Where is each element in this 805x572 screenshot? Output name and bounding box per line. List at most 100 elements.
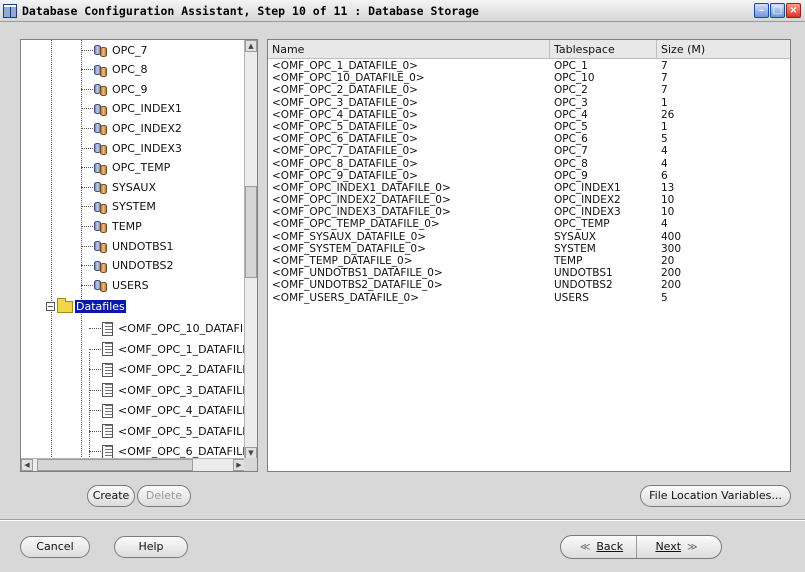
delete-button[interactable]: Delete [137,485,191,507]
cell-size: 4 [661,157,668,170]
column-header-size[interactable]: Size (M) [657,40,790,59]
table-row[interactable]: <OMF_OPC_INDEX3_DATAFILE_0> OPC_INDEX3 10 [268,206,790,218]
create-button[interactable]: Create [87,485,135,507]
tree-item-label: UNDOTBS2 [112,259,174,273]
tree-item-tablespace[interactable]: UNDOTBS1 [81,237,173,255]
tree-connector [81,167,93,169]
datafile-table[interactable]: Name Tablespace Size (M) <OMF_OPC_1_DATA… [267,39,791,472]
scroll-left-icon[interactable]: ◀ [21,459,33,471]
cell-tablespace: OPC_6 [554,133,588,146]
table-row[interactable]: <OMF_OPC_9_DATAFILE_0> OPC_9 6 [268,170,790,182]
table-row[interactable]: <OMF_OPC_7_DATAFILE_0> OPC_7 4 [268,145,790,157]
table-row[interactable]: <OMF_TEMP_DATAFILE_0> TEMP 20 [268,255,790,267]
cell-tablespace: OPC_TEMP [554,218,610,231]
cell-tablespace: TEMP [554,255,583,267]
tree-connector [81,147,93,149]
tree-item-tablespace[interactable]: SYSTEM [81,198,156,216]
tree-item-label: UNDOTBS1 [112,239,174,253]
table-row[interactable]: <OMF_OPC_10_DATAFILE_0> OPC_10 7 [268,72,790,84]
help-button[interactable]: Help [114,536,188,558]
cell-name: <OMF_OPC_1_DATAFILE_0> [272,60,418,72]
cell-tablespace: OPC_7 [554,145,588,158]
cell-tablespace: OPC_INDEX3 [554,206,621,219]
tree-item-label: <OMF_OPC_1_DATAFILE_0 [118,342,245,356]
cell-tablespace: OPC_5 [554,120,588,133]
collapse-icon[interactable]: − [46,302,55,312]
tree-item-datafile[interactable]: <OMF_OPC_3_DATAFILE_0 [89,381,245,399]
table-row[interactable]: <OMF_UNDOTBS1_DATAFILE_0> UNDOTBS1 200 [268,267,790,279]
tree-horizontal-scrollbar[interactable]: ◀ ▶ [21,458,245,471]
table-row[interactable]: <OMF_OPC_5_DATAFILE_0> OPC_5 1 [268,121,790,133]
cell-tablespace: SYSAUX [554,230,596,243]
tablespace-icon [94,200,110,214]
scroll-thumb[interactable] [37,459,193,471]
table-row[interactable]: <OMF_OPC_INDEX1_DATAFILE_0> OPC_INDEX1 13 [268,182,790,194]
tree-vertical-scrollbar[interactable]: ▲ ▼ [244,40,257,459]
tree-item-tablespace[interactable]: OPC_7 [81,41,147,59]
tree-item-datafile[interactable]: <OMF_OPC_2_DATAFILE_0 [89,361,245,379]
tree-item-datafile[interactable]: <OMF_OPC_5_DATAFILE_0 [89,422,245,440]
tree-item-label: OPC_INDEX3 [112,141,182,155]
cell-size: 200 [661,279,682,292]
minimize-icon[interactable]: – [754,3,769,18]
cancel-button[interactable]: Cancel [20,536,90,558]
table-row[interactable]: <OMF_OPC_2_DATAFILE_0> OPC_2 7 [268,84,790,96]
tree-item-datafiles-folder[interactable]: − Datafiles [46,297,126,316]
tree-item-tablespace[interactable]: OPC_TEMP [81,159,170,177]
table-row[interactable]: <OMF_OPC_6_DATAFILE_0> OPC_6 5 [268,133,790,145]
column-header-tablespace[interactable]: Tablespace [550,40,657,59]
window-controls: – □ × [754,3,801,18]
tree-item-tablespace[interactable]: OPC_INDEX3 [81,139,182,157]
tree-connector [81,127,93,129]
tree-item-tablespace[interactable]: USERS [81,276,149,294]
table-row[interactable]: <OMF_SYSTEM_DATAFILE_0> SYSTEM 300 [268,243,790,255]
tree-item-tablespace[interactable]: OPC_9 [81,80,147,98]
column-header-name[interactable]: Name [268,40,550,59]
table-row[interactable]: <OMF_UNDOTBS2_DATAFILE_0> UNDOTBS2 200 [268,279,790,291]
cell-tablespace: OPC_INDEX1 [554,181,621,194]
table-row[interactable]: <OMF_OPC_4_DATAFILE_0> OPC_4 26 [268,109,790,121]
close-icon[interactable]: × [786,3,801,18]
cell-size: 7 [661,60,668,72]
table-row[interactable]: <OMF_USERS_DATAFILE_0> USERS 5 [268,292,790,304]
tree-item-tablespace[interactable]: OPC_INDEX2 [81,119,182,137]
table-row[interactable]: <OMF_OPC_1_DATAFILE_0> OPC_1 7 [268,60,790,72]
maximize-icon[interactable]: □ [770,3,785,18]
tree-connector [89,328,101,330]
back-button[interactable]: ≪ Back [561,536,637,558]
file-location-variables-button[interactable]: File Location Variables... [640,485,791,507]
cell-name: <OMF_SYSTEM_DATAFILE_0> [272,242,426,255]
tree-item-datafile[interactable]: <OMF_OPC_10_DATAFILE_ [89,320,245,338]
cell-name: <OMF_USERS_DATAFILE_0> [272,291,420,304]
cell-name: <OMF_TEMP_DATAFILE_0> [272,255,413,267]
next-button[interactable]: Next ≫ [638,536,721,558]
cell-name: <OMF_OPC_9_DATAFILE_0> [272,169,418,182]
table-row[interactable]: <OMF_OPC_8_DATAFILE_0> OPC_8 4 [268,158,790,170]
tree-item-tablespace[interactable]: SYSAUX [81,178,156,196]
cell-size: 7 [661,72,668,85]
storage-tree[interactable]: OPC_7 OPC_8 OPC_9 OPC_INDEX1 OPC_INDEX2 OPC_I… [20,39,258,472]
cell-tablespace: OPC_3 [554,96,588,109]
cell-size: 10 [661,194,675,207]
cell-size: 4 [661,145,668,158]
table-row[interactable]: <OMF_OPC_TEMP_DATAFILE_0> OPC_TEMP 4 [268,218,790,230]
cell-name: <OMF_OPC_6_DATAFILE_0> [272,133,418,146]
scroll-up-icon[interactable]: ▲ [245,40,257,52]
tree-item-label: OPC_INDEX1 [112,102,182,116]
table-row[interactable]: <OMF_OPC_INDEX2_DATAFILE_0> OPC_INDEX2 10 [268,194,790,206]
scroll-thumb[interactable] [245,186,257,278]
tablespace-icon [94,180,110,195]
tree-item-datafile[interactable]: <OMF_OPC_6_DATAFILE_0 [89,443,245,459]
cell-tablespace: SYSTEM [554,242,596,255]
title-bar[interactable]: Database Configuration Assistant, Step 1… [0,0,805,22]
table-row[interactable]: <OMF_OPC_3_DATAFILE_0> OPC_3 1 [268,97,790,109]
tree-connector [89,430,101,432]
table-row[interactable]: <OMF_SYSAUX_DATAFILE_0> SYSAUX 400 [268,231,790,243]
tree-item-tablespace[interactable]: TEMP [81,217,142,235]
tree-item-datafile[interactable]: <OMF_OPC_1_DATAFILE_0 [89,340,245,358]
cell-size: 4 [661,218,668,231]
tree-item-tablespace[interactable]: OPC_8 [81,61,147,79]
tree-item-tablespace[interactable]: OPC_INDEX1 [81,100,182,118]
tree-item-datafile[interactable]: <OMF_OPC_4_DATAFILE_0 [89,402,245,420]
tree-item-tablespace[interactable]: UNDOTBS2 [81,257,173,275]
